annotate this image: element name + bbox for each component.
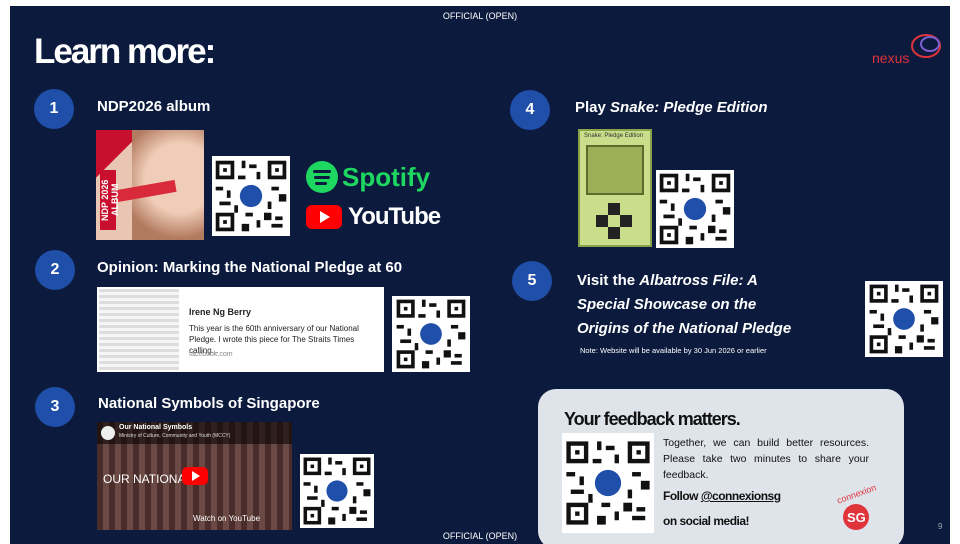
badge-4: 4 bbox=[510, 90, 550, 130]
connexion-badge-bottom: SG bbox=[847, 510, 866, 525]
video-subtitle: Ministry of Culture, Community and Youth… bbox=[119, 433, 231, 439]
youtube-video-embed[interactable]: Our National Symbols Ministry of Culture… bbox=[97, 422, 292, 530]
heading-snake: Play Snake: Pledge Edition bbox=[575, 99, 768, 116]
qr-code-opinion[interactable] bbox=[392, 296, 470, 372]
qr-icon bbox=[562, 437, 654, 529]
heading-national-symbols: National Symbols of Singapore bbox=[98, 395, 320, 412]
qr-icon bbox=[212, 157, 290, 235]
video-title: Our National Symbols bbox=[119, 424, 193, 431]
heading-albatross-prefix: Visit the bbox=[577, 272, 640, 289]
qr-code-albatross[interactable] bbox=[865, 281, 943, 357]
dpad-left-icon bbox=[596, 215, 608, 227]
badge-2: 2 bbox=[35, 250, 75, 290]
heading-snake-prefix: Play bbox=[575, 99, 611, 116]
feedback-heading: Your feedback matters. bbox=[564, 409, 741, 429]
qr-icon bbox=[393, 296, 469, 372]
heading-opinion: Opinion: Marking the National Pledge at … bbox=[97, 259, 403, 276]
connexion-sg-logo: connexion SG bbox=[834, 482, 878, 533]
dpad-down-icon bbox=[608, 227, 620, 239]
qr-code-album[interactable] bbox=[212, 156, 290, 236]
connexion-handle-link[interactable]: @connexionsg bbox=[701, 489, 781, 503]
ndp-album-cover[interactable]: NDP 2026 ALBUM bbox=[96, 130, 204, 240]
heading-albatross: Visit the Albatross File: A Special Show… bbox=[577, 269, 791, 341]
youtube-label: YouTube bbox=[348, 203, 441, 230]
snake-screen bbox=[586, 145, 644, 195]
facebook-article-card[interactable]: Irene Ng Berry This year is the 60th ann… bbox=[97, 287, 384, 372]
spotify-link[interactable]: Spotify bbox=[306, 161, 430, 193]
classification-top: OFFICIAL (OPEN) bbox=[442, 11, 518, 21]
video-overlay-text: OUR NATIONAL bbox=[103, 472, 193, 486]
slide: OFFICIAL (OPEN) Learn more: nexus 1 NDP2… bbox=[10, 6, 950, 544]
dpad-right-icon bbox=[620, 215, 632, 227]
website-note: Note: Website will be available by 30 Ju… bbox=[580, 346, 767, 355]
qr-icon bbox=[656, 170, 734, 248]
card-source: facebook.com bbox=[189, 351, 233, 358]
heading-snake-title: Snake: Pledge Edition bbox=[610, 99, 768, 116]
youtube-icon bbox=[306, 205, 342, 229]
feedback-social: on social media! bbox=[663, 514, 750, 528]
nexus-logo: nexus bbox=[868, 30, 944, 70]
spotify-icon bbox=[306, 161, 338, 193]
dpad-up-icon bbox=[608, 203, 620, 215]
badge-5: 5 bbox=[512, 261, 552, 301]
article-thumbnail bbox=[99, 289, 179, 370]
youtube-link[interactable]: YouTube bbox=[306, 203, 441, 231]
channel-avatar bbox=[101, 426, 115, 440]
heading-albatross-line1: Albatross File: A bbox=[639, 272, 758, 289]
feedback-text: Together, we can build better resources.… bbox=[663, 437, 869, 481]
heading-albatross-line2: Special Showcase on the bbox=[577, 296, 757, 313]
heading-albatross-line3: Origins of the National Pledge bbox=[577, 320, 792, 337]
qr-icon bbox=[300, 454, 374, 528]
snake-caption: Snake: Pledge Edition bbox=[584, 133, 644, 139]
feedback-panel: Your feedback matters. Together, we can … bbox=[538, 389, 904, 544]
qr-code-symbols[interactable] bbox=[300, 454, 374, 528]
feedback-follow: Follow @connexionsg bbox=[663, 489, 781, 503]
qr-code-feedback[interactable] bbox=[562, 433, 654, 533]
follow-prefix: Follow bbox=[663, 489, 701, 503]
spotify-label: Spotify bbox=[342, 161, 431, 192]
watch-on-youtube[interactable]: Watch on YouTube bbox=[193, 514, 260, 523]
album-tag: NDP 2026 ALBUM bbox=[100, 170, 120, 230]
badge-1: 1 bbox=[34, 89, 74, 129]
classification-bottom: OFFICIAL (OPEN) bbox=[442, 531, 518, 541]
badge-3: 3 bbox=[35, 387, 75, 427]
heading-ndp-album: NDP2026 album bbox=[97, 98, 211, 115]
snake-game-preview[interactable]: Snake: Pledge Edition bbox=[578, 129, 652, 247]
page-title: Learn more: bbox=[34, 32, 216, 71]
nexus-logo-text: nexus bbox=[872, 50, 910, 66]
qr-icon bbox=[866, 281, 942, 357]
qr-code-snake[interactable] bbox=[656, 170, 734, 248]
card-author: Irene Ng Berry bbox=[189, 307, 252, 317]
page-number: 9 bbox=[938, 522, 943, 531]
video-play-icon[interactable] bbox=[182, 467, 208, 485]
